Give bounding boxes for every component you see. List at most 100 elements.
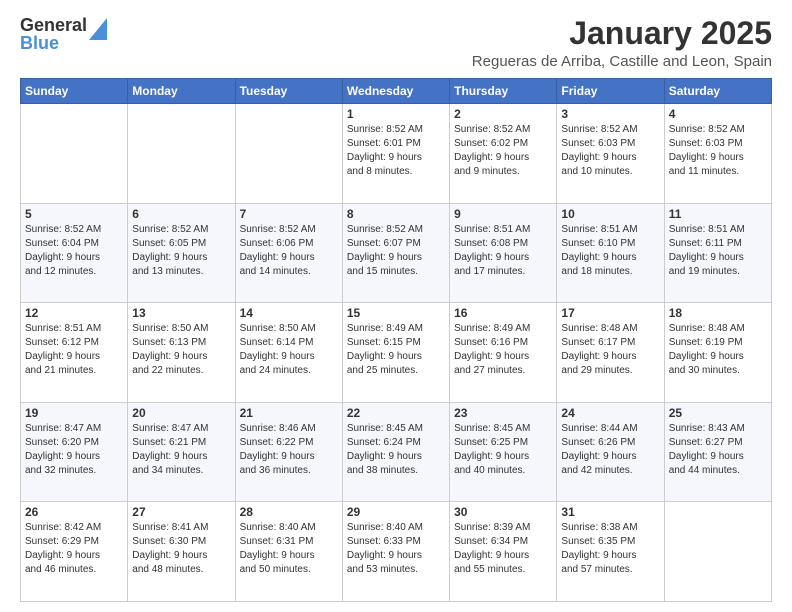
day-number: 18 [669,306,767,320]
day-header-saturday: Saturday [664,79,771,104]
calendar-cell: 20 Sunrise: 8:47 AM Sunset: 6:21 PM Dayli… [128,402,235,502]
calendar-cell: 26 Sunrise: 8:42 AM Sunset: 6:29 PM Dayli… [21,502,128,602]
cell-content: Sunrise: 8:40 AM Sunset: 6:31 PM Dayligh… [240,521,338,577]
day-header-sunday: Sunday [21,79,128,104]
day-header-monday: Monday [128,79,235,104]
day-number: 13 [132,306,230,320]
day-number: 27 [132,505,230,519]
day-number: 31 [561,505,659,519]
calendar-cell: 14Sunrise: 8:50 AM Sunset: 6:14 PM Dayli… [235,303,342,403]
cell-content: Sunrise: 8:48 AM Sunset: 6:17 PM Dayligh… [561,322,659,378]
cell-content: Sunrise: 8:52 AM Sunset: 6:07 PM Dayligh… [347,223,445,279]
logo: General Blue [20,16,107,52]
cell-content: Sunrise: 8:40 AM Sunset: 6:33 PM Dayligh… [347,521,445,577]
calendar-body: 1 Sunrise: 8:52 AM Sunset: 6:01 PM Daylig… [21,104,772,602]
cell-content: Sunrise: 8:52 AM Sunset: 6:01 PM Dayligh… [347,123,445,179]
calendar-cell: 27Sunrise: 8:41 AM Sunset: 6:30 PM Dayli… [128,502,235,602]
calendar-cell: 16 Sunrise: 8:49 AM Sunset: 6:16 PM Dayli… [450,303,557,403]
day-number: 2 [454,107,552,121]
calendar-cell [21,104,128,204]
day-header-tuesday: Tuesday [235,79,342,104]
calendar: SundayMondayTuesdayWednesdayThursdayFrid… [20,78,772,602]
cell-content: Sunrise: 8:51 AM Sunset: 6:12 PM Dayligh… [25,322,123,378]
calendar-cell: 19 Sunrise: 8:47 AM Sunset: 6:20 PM Dayli… [21,402,128,502]
subtitle: Regueras de Arriba, Castille and Leon, S… [472,53,772,70]
day-number: 10 [561,207,659,221]
page: General Blue January 2025 Regueras de Ar… [0,0,792,612]
calendar-cell: 18 Sunrise: 8:48 AM Sunset: 6:19 PM Dayli… [664,303,771,403]
cell-content: Sunrise: 8:45 AM Sunset: 6:24 PM Dayligh… [347,422,445,478]
calendar-cell: 9Sunrise: 8:51 AM Sunset: 6:08 PM Daylig… [450,203,557,303]
calendar-cell: 21 Sunrise: 8:46 AM Sunset: 6:22 PM Dayli… [235,402,342,502]
day-number: 19 [25,406,123,420]
week-row-2: 5 Sunrise: 8:52 AM Sunset: 6:04 PM Daylig… [21,203,772,303]
day-number: 17 [561,306,659,320]
day-number: 4 [669,107,767,121]
day-number: 7 [240,207,338,221]
day-number: 26 [25,505,123,519]
calendar-cell: 13 Sunrise: 8:50 AM Sunset: 6:13 PM Dayli… [128,303,235,403]
calendar-cell: 10 Sunrise: 8:51 AM Sunset: 6:10 PM Dayli… [557,203,664,303]
calendar-cell [128,104,235,204]
cell-content: Sunrise: 8:48 AM Sunset: 6:19 PM Dayligh… [669,322,767,378]
header: General Blue January 2025 Regueras de Ar… [20,16,772,70]
cell-content: Sunrise: 8:49 AM Sunset: 6:16 PM Dayligh… [454,322,552,378]
cell-content: Sunrise: 8:52 AM Sunset: 6:04 PM Dayligh… [25,223,123,279]
calendar-cell: 7 Sunrise: 8:52 AM Sunset: 6:06 PM Daylig… [235,203,342,303]
cell-content: Sunrise: 8:50 AM Sunset: 6:14 PM Dayligh… [240,322,338,378]
logo-blue: Blue [20,33,59,53]
day-header-wednesday: Wednesday [342,79,449,104]
day-number: 29 [347,505,445,519]
day-number: 30 [454,505,552,519]
day-number: 6 [132,207,230,221]
week-row-5: 26 Sunrise: 8:42 AM Sunset: 6:29 PM Dayli… [21,502,772,602]
week-row-4: 19 Sunrise: 8:47 AM Sunset: 6:20 PM Dayli… [21,402,772,502]
day-number: 15 [347,306,445,320]
calendar-cell [235,104,342,204]
day-number: 16 [454,306,552,320]
calendar-cell: 17 Sunrise: 8:48 AM Sunset: 6:17 PM Dayli… [557,303,664,403]
cell-content: Sunrise: 8:47 AM Sunset: 6:21 PM Dayligh… [132,422,230,478]
day-number: 21 [240,406,338,420]
day-number: 20 [132,406,230,420]
calendar-cell: 6 Sunrise: 8:52 AM Sunset: 6:05 PM Daylig… [128,203,235,303]
calendar-cell [664,502,771,602]
day-number: 23 [454,406,552,420]
cell-content: Sunrise: 8:52 AM Sunset: 6:06 PM Dayligh… [240,223,338,279]
days-row: SundayMondayTuesdayWednesdayThursdayFrid… [21,79,772,104]
calendar-header: SundayMondayTuesdayWednesdayThursdayFrid… [21,79,772,104]
cell-content: Sunrise: 8:43 AM Sunset: 6:27 PM Dayligh… [669,422,767,478]
calendar-cell: 11Sunrise: 8:51 AM Sunset: 6:11 PM Dayli… [664,203,771,303]
day-header-friday: Friday [557,79,664,104]
day-number: 11 [669,207,767,221]
day-number: 28 [240,505,338,519]
cell-content: Sunrise: 8:52 AM Sunset: 6:05 PM Dayligh… [132,223,230,279]
cell-content: Sunrise: 8:52 AM Sunset: 6:03 PM Dayligh… [561,123,659,179]
day-number: 25 [669,406,767,420]
cell-content: Sunrise: 8:52 AM Sunset: 6:03 PM Dayligh… [669,123,767,179]
calendar-cell: 29 Sunrise: 8:40 AM Sunset: 6:33 PM Dayli… [342,502,449,602]
calendar-cell: 23Sunrise: 8:45 AM Sunset: 6:25 PM Dayli… [450,402,557,502]
day-number: 1 [347,107,445,121]
calendar-cell: 8 Sunrise: 8:52 AM Sunset: 6:07 PM Daylig… [342,203,449,303]
cell-content: Sunrise: 8:51 AM Sunset: 6:08 PM Dayligh… [454,223,552,279]
calendar-cell: 25 Sunrise: 8:43 AM Sunset: 6:27 PM Dayli… [664,402,771,502]
month-title: January 2025 [472,16,772,51]
cell-content: Sunrise: 8:50 AM Sunset: 6:13 PM Dayligh… [132,322,230,378]
cell-content: Sunrise: 8:51 AM Sunset: 6:10 PM Dayligh… [561,223,659,279]
logo-icon [89,18,107,40]
cell-content: Sunrise: 8:38 AM Sunset: 6:35 PM Dayligh… [561,521,659,577]
cell-content: Sunrise: 8:42 AM Sunset: 6:29 PM Dayligh… [25,521,123,577]
cell-content: Sunrise: 8:46 AM Sunset: 6:22 PM Dayligh… [240,422,338,478]
day-number: 8 [347,207,445,221]
cell-content: Sunrise: 8:44 AM Sunset: 6:26 PM Dayligh… [561,422,659,478]
cell-content: Sunrise: 8:39 AM Sunset: 6:34 PM Dayligh… [454,521,552,577]
calendar-cell: 2Sunrise: 8:52 AM Sunset: 6:02 PM Daylig… [450,104,557,204]
day-number: 5 [25,207,123,221]
day-number: 22 [347,406,445,420]
calendar-cell: 24Sunrise: 8:44 AM Sunset: 6:26 PM Dayli… [557,402,664,502]
logo-text: General Blue [20,16,87,52]
calendar-cell: 28 Sunrise: 8:40 AM Sunset: 6:31 PM Dayli… [235,502,342,602]
cell-content: Sunrise: 8:47 AM Sunset: 6:20 PM Dayligh… [25,422,123,478]
calendar-cell: 3Sunrise: 8:52 AM Sunset: 6:03 PM Daylig… [557,104,664,204]
